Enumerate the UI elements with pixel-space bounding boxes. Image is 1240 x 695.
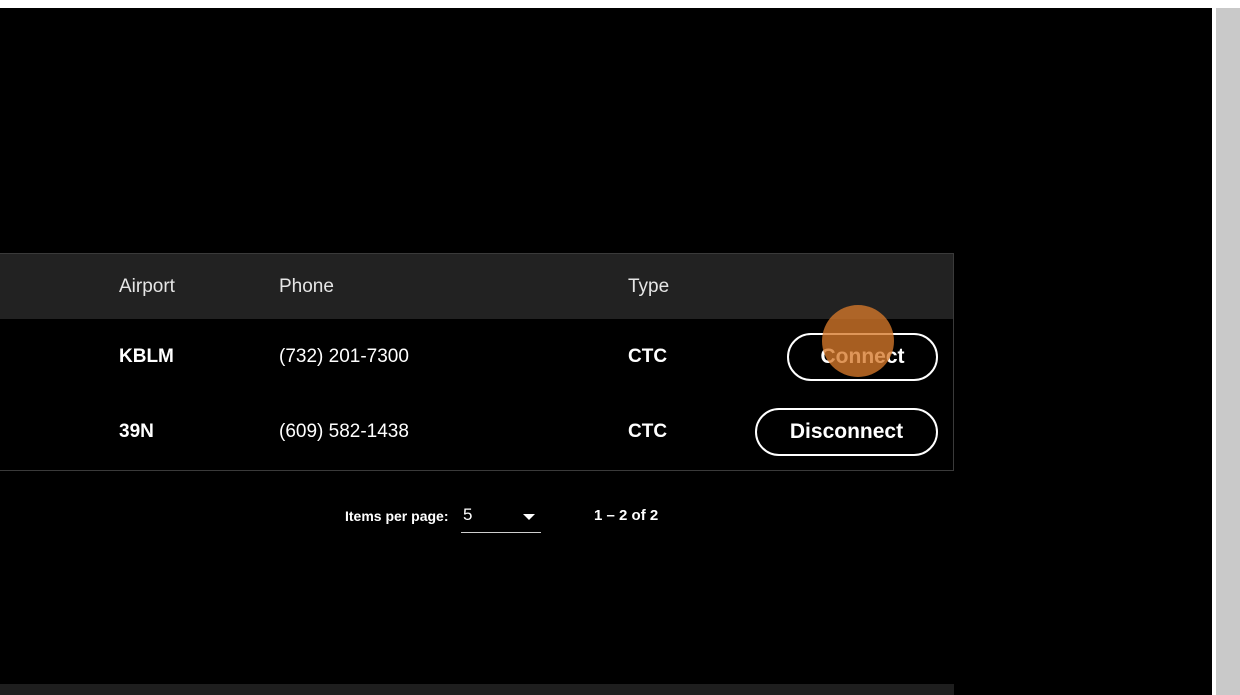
page-range-label: 1 – 2 of 2 <box>594 507 659 524</box>
cell-type: CTC <box>628 420 668 442</box>
disconnect-button[interactable]: Disconnect <box>755 407 938 456</box>
page-scrollbar[interactable] <box>1216 8 1240 695</box>
cell-airport: 39N <box>119 420 154 442</box>
cell-phone: (732) 201-7300 <box>279 345 409 367</box>
paginator: Items per page: 5 1 – 2 of 2 <box>0 471 954 551</box>
items-per-page-select[interactable]: 5 <box>461 499 541 533</box>
header-type[interactable]: Type <box>628 254 669 319</box>
cell-airport: KBLM <box>119 345 174 367</box>
cell-phone: (609) 582-1438 <box>279 420 409 442</box>
cell-type: CTC <box>628 345 668 367</box>
app-viewport: Airport Phone Type KBLM (732) 201-7300 C… <box>0 8 1212 695</box>
next-section-edge <box>0 684 954 695</box>
items-per-page-label: Items per page: <box>345 508 449 524</box>
table-row: KBLM (732) 201-7300 CTC Connect <box>0 319 953 394</box>
connect-button[interactable]: Connect <box>787 332 938 381</box>
items-per-page-value: 5 <box>463 505 473 524</box>
table-header-row: Airport Phone Type <box>0 254 953 319</box>
header-airport[interactable]: Airport <box>119 254 175 319</box>
chevron-down-icon <box>523 514 535 520</box>
header-phone[interactable]: Phone <box>279 254 334 319</box>
airport-table: Airport Phone Type KBLM (732) 201-7300 C… <box>0 253 954 471</box>
table-row: 39N (609) 582-1438 CTC Disconnect <box>0 394 953 469</box>
